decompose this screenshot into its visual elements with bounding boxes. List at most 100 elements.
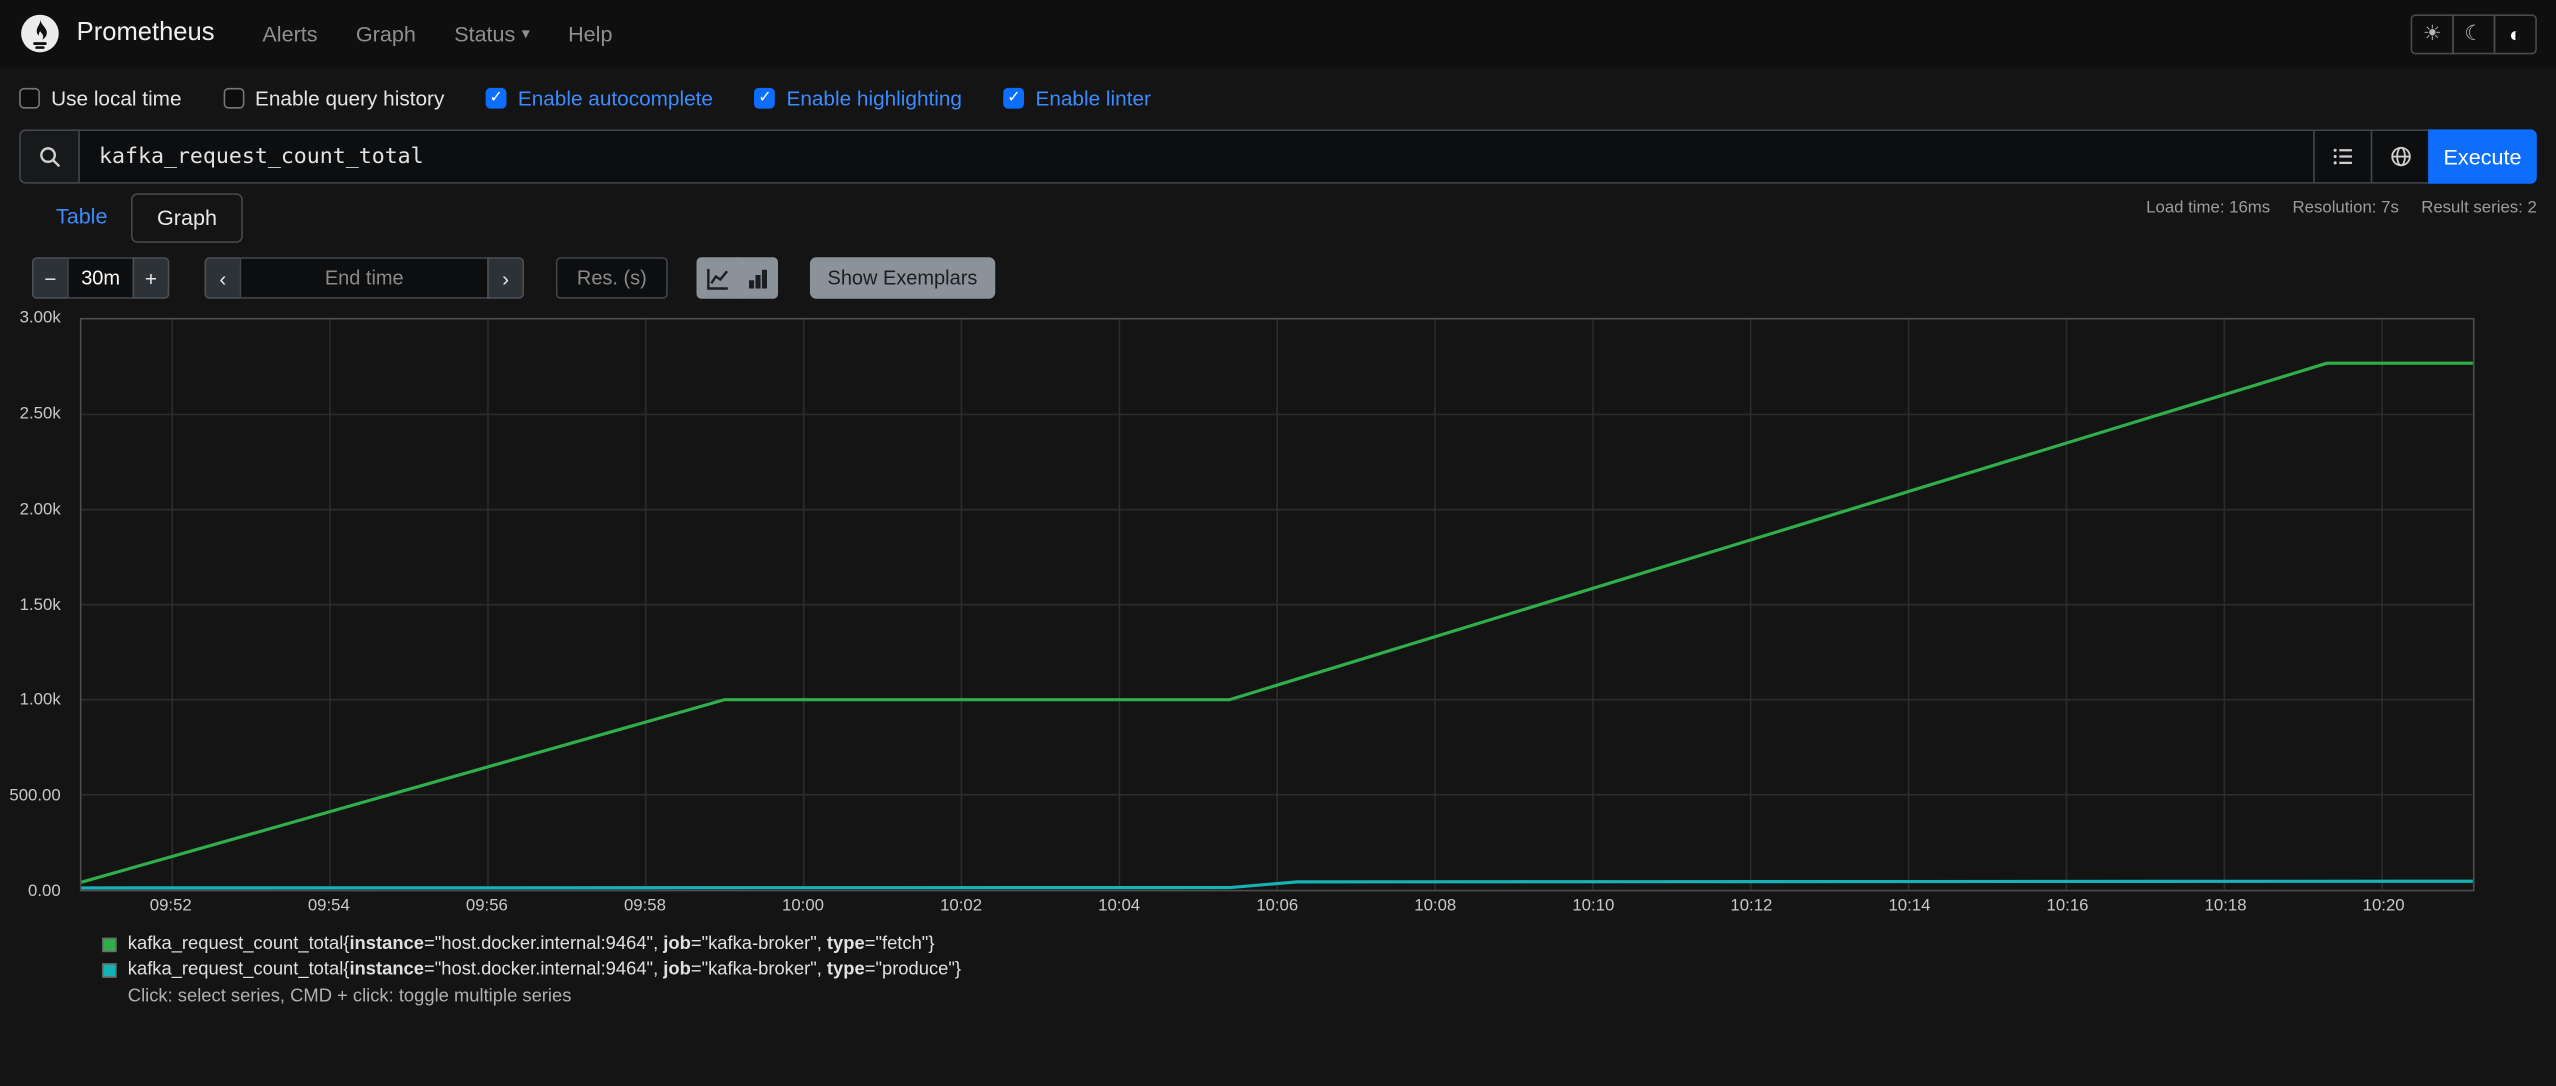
- search-addon: [19, 129, 80, 184]
- y-axis-labels: 0.00 500.00 1.00k 1.50k 2.00k 2.50k 3.00k: [0, 308, 70, 901]
- x-axis-label: 10:12: [1730, 896, 1773, 916]
- stacked-chart-icon: [748, 268, 767, 288]
- chevron-left-icon: ‹: [219, 265, 227, 290]
- tab-stats-row: Table Graph Load time: 16ms Resolution: …: [19, 193, 2537, 243]
- nav-graph[interactable]: Graph: [356, 22, 416, 46]
- query-input[interactable]: [78, 129, 2315, 184]
- checkbox-query-history[interactable]: Enable query history: [223, 86, 444, 110]
- end-time-input[interactable]: [239, 257, 489, 299]
- resolution-input[interactable]: [555, 257, 668, 299]
- chart: 0.00 500.00 1.00k 1.50k 2.00k 2.50k 3.00k 09:5…: [0, 308, 2556, 928]
- theme-light-button[interactable]: ☀: [2410, 13, 2454, 54]
- x-axis-label: 10:20: [2362, 896, 2405, 916]
- show-exemplars-button[interactable]: Show Exemplars: [809, 257, 995, 299]
- time-forward-button[interactable]: ›: [487, 257, 524, 299]
- x-axis-label: 10:02: [940, 896, 983, 916]
- query-list-button[interactable]: [2313, 129, 2373, 184]
- graph-controls: − + ‹ › Show Exemplars: [31, 257, 2556, 299]
- auto-theme-icon: ◐: [2508, 21, 2522, 46]
- nav-help[interactable]: Help: [568, 22, 612, 46]
- plot-canvas[interactable]: [81, 319, 2473, 890]
- time-group: ‹ ›: [204, 257, 524, 299]
- checkbox-label: Use local time: [51, 86, 182, 111]
- moon-icon: ☾: [2464, 20, 2484, 45]
- caret-down-icon: ▾: [521, 24, 530, 43]
- y-axis-label: 500.00: [9, 786, 61, 806]
- checkbox-linter[interactable]: Enable linter: [1003, 86, 1151, 110]
- y-axis-label: 1.00k: [19, 690, 61, 710]
- plot-area[interactable]: [79, 317, 2475, 892]
- nav-status-dropdown[interactable]: Status ▾: [454, 22, 530, 46]
- checkbox-box[interactable]: [754, 87, 776, 109]
- prometheus-app: Prometheus Alerts Graph Status ▾ Help ☀ ☾…: [0, 0, 2556, 1086]
- checkbox-highlighting[interactable]: Enable highlighting: [754, 86, 962, 111]
- theme-dark-button[interactable]: ☾: [2452, 13, 2496, 54]
- x-axis-label: 09:52: [149, 896, 192, 916]
- y-axis-label: 1.50k: [19, 595, 61, 615]
- checkbox-box[interactable]: [485, 87, 507, 109]
- x-axis-label: 10:06: [1256, 896, 1299, 916]
- navbar: Prometheus Alerts Graph Status ▾ Help ☀ ☾…: [0, 0, 2556, 68]
- query-stats: Load time: 16ms Resolution: 7s Result se…: [2146, 198, 2537, 217]
- legend-series-text: kafka_request_count_total{instance="host…: [127, 960, 962, 980]
- legend-hint: Click: select series, CMD + click: toggl…: [127, 987, 572, 1007]
- nav-alerts[interactable]: Alerts: [262, 22, 317, 46]
- legend-series-text: kafka_request_count_total{instance="host…: [127, 934, 935, 954]
- x-axis-label: 09:58: [623, 896, 666, 916]
- minus-icon: −: [44, 265, 57, 290]
- query-bar: Execute: [19, 129, 2537, 184]
- x-axis-label: 10:04: [1098, 896, 1141, 916]
- legend-swatch: [102, 962, 117, 977]
- time-back-button[interactable]: ‹: [204, 257, 242, 299]
- x-axis-label: 10:00: [782, 896, 824, 916]
- range-input[interactable]: [67, 257, 135, 299]
- line-chart-button[interactable]: [696, 257, 739, 299]
- y-axis-label: 3.00k: [19, 308, 61, 328]
- x-axis-label: 10:16: [2046, 896, 2089, 916]
- legend-item[interactable]: kafka_request_count_total{instance="host…: [102, 960, 2556, 979]
- execute-button[interactable]: Execute: [2428, 129, 2537, 184]
- search-icon: [39, 146, 60, 167]
- theme-toggle-group: ☀ ☾ ◐: [2410, 13, 2537, 54]
- plus-icon: +: [144, 265, 158, 290]
- brand-title[interactable]: Prometheus: [77, 19, 215, 48]
- x-axis-label: 10:10: [1572, 896, 1615, 916]
- x-axis-label: 10:08: [1414, 896, 1457, 916]
- checkbox-label: Enable query history: [255, 86, 445, 111]
- checkbox-label: Enable highlighting: [786, 86, 962, 111]
- checkbox-box[interactable]: [19, 87, 40, 109]
- checkbox-box[interactable]: [223, 87, 244, 109]
- range-increase-button[interactable]: +: [132, 257, 170, 299]
- options-bar: Use local time Enable query history Enab…: [0, 67, 2556, 125]
- x-axis-label: 10:14: [1888, 896, 1931, 916]
- range-group: − +: [31, 257, 170, 299]
- chevron-right-icon: ›: [502, 265, 510, 290]
- y-axis-label: 2.50k: [19, 403, 61, 424]
- checkbox-label: Enable autocomplete: [517, 86, 713, 111]
- stacked-chart-button[interactable]: [736, 257, 778, 299]
- chart-type-group: [696, 257, 778, 299]
- theme-auto-button[interactable]: ◐: [2493, 13, 2537, 54]
- metrics-explorer-button[interactable]: [2370, 129, 2430, 184]
- y-axis-label: 0.00: [28, 881, 61, 901]
- nav-links: Alerts Graph Status ▾ Help: [262, 22, 612, 46]
- resolution: Resolution: 7s: [2292, 198, 2399, 218]
- checkbox-use-local-time[interactable]: Use local time: [19, 86, 182, 111]
- prometheus-logo-icon[interactable]: [19, 13, 61, 55]
- x-axis-labels: 09:52 09:54 09:56 09:58 10:00 10:02 10:04 10:06…: [80, 896, 2475, 922]
- nav-status-label: Status: [454, 21, 516, 46]
- tab-table[interactable]: Table: [32, 193, 131, 243]
- result-tabs: Table Graph: [32, 193, 243, 243]
- tab-graph[interactable]: Graph: [131, 193, 243, 243]
- line-chart-icon: [706, 268, 728, 289]
- sun-icon: ☀: [2422, 20, 2442, 45]
- chart-legend: kafka_request_count_total{instance="host…: [102, 935, 2556, 979]
- x-axis-label: 09:54: [307, 896, 350, 916]
- range-decrease-button[interactable]: −: [31, 257, 69, 299]
- x-axis-label: 09:56: [465, 896, 508, 916]
- checkbox-autocomplete[interactable]: Enable autocomplete: [485, 86, 713, 111]
- globe-icon: [2390, 146, 2410, 167]
- legend-item[interactable]: kafka_request_count_total{instance="host…: [102, 935, 2556, 954]
- list-icon: [2332, 148, 2352, 165]
- checkbox-box[interactable]: [1003, 87, 1025, 109]
